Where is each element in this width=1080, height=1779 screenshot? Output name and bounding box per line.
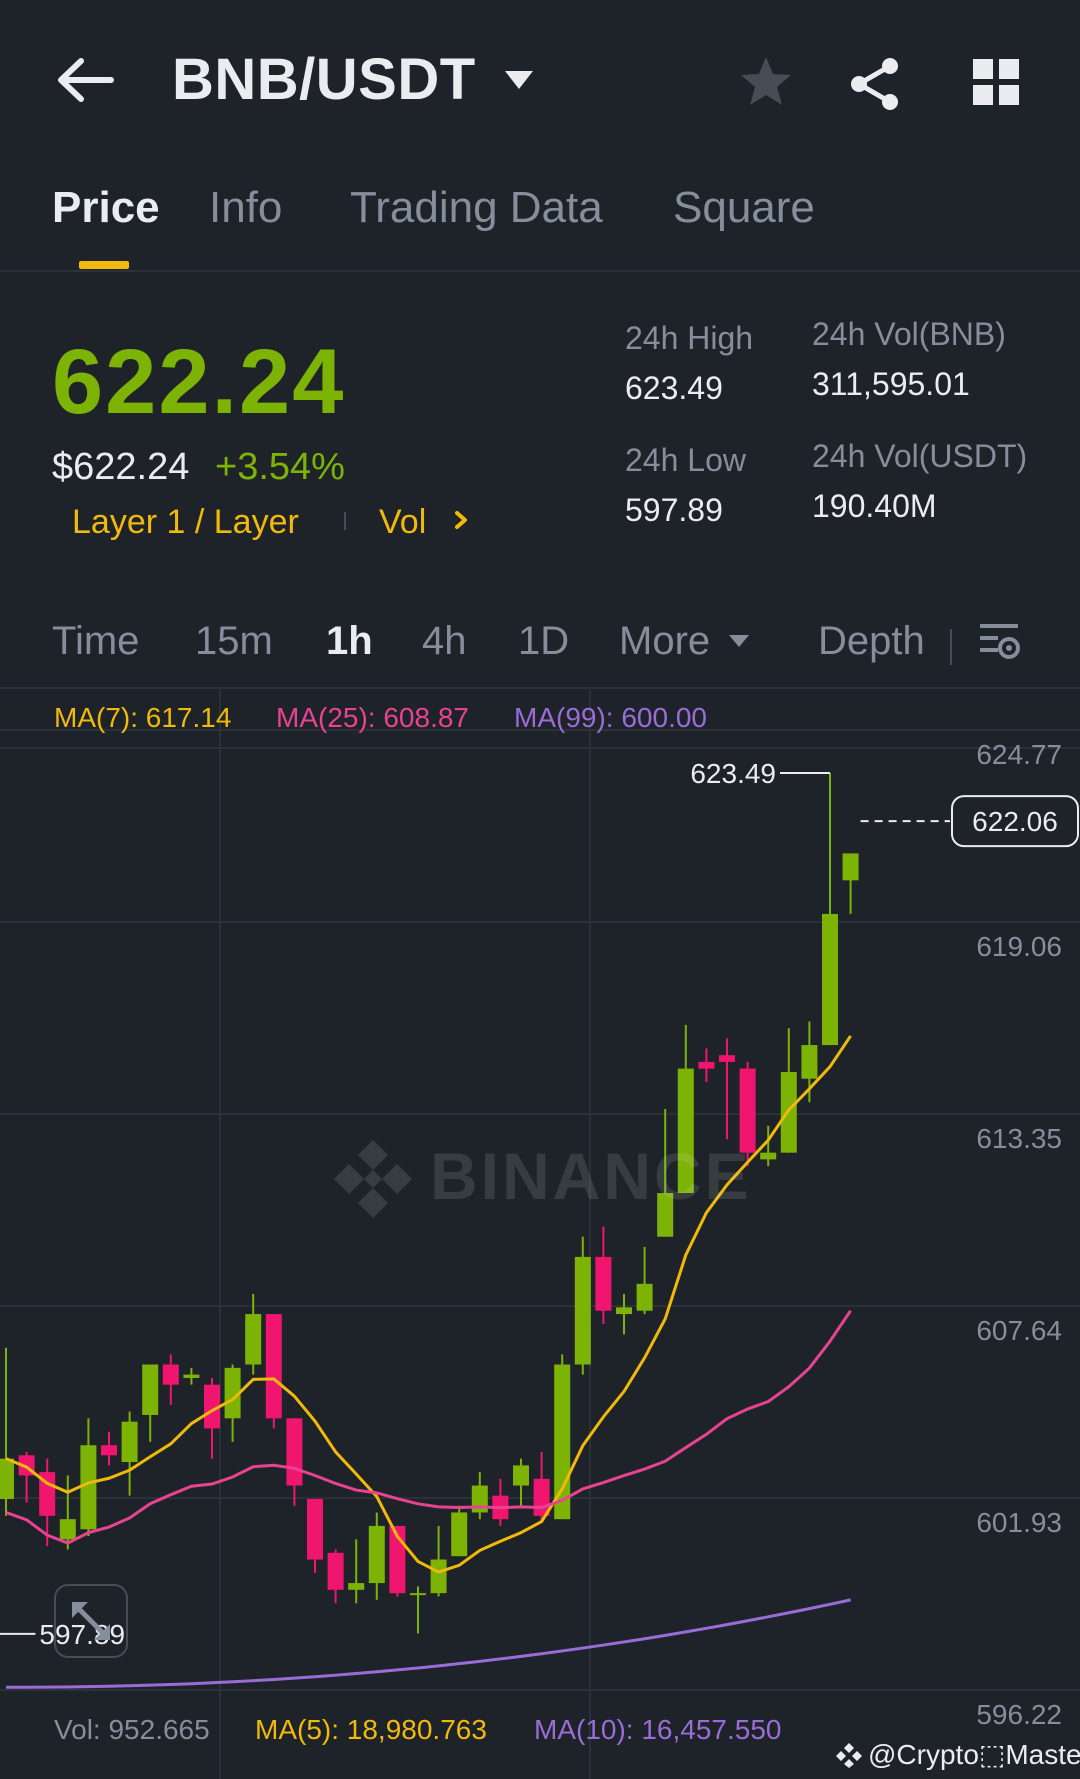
y-tick-label: 613.35 [976,1123,1062,1154]
chevron-right-icon[interactable] [451,508,471,532]
ma-lines [5,1035,852,1689]
vol-ma5-label: MA(5): 18,980.763 [255,1714,487,1745]
candle-body [121,1421,138,1463]
candle-body [410,1593,426,1596]
ma-indicator-row: MA(7): 617.14 MA(25): 608.87 MA(99): 600… [0,694,1080,738]
candle-body [101,1445,117,1456]
ma7-label: MA(7): 617.14 [54,702,232,733]
fullscreen-button[interactable] [54,1584,128,1658]
candle-body [183,1374,200,1378]
candle-body [801,1045,818,1079]
interval-time[interactable]: Time [52,619,139,664]
interval-15m[interactable]: 15m [195,619,273,664]
low-label: 24h Low [625,442,746,478]
candle-body [286,1418,303,1486]
ma25-label: MA(25): 608.87 [276,702,469,733]
binance-logo-icon [334,1140,412,1218]
candle-body [162,1364,179,1385]
candle-body [842,853,859,881]
current-price-label: 622.06 [972,806,1058,837]
share-icon[interactable] [847,56,903,112]
high-value: 623.49 [625,370,723,406]
interval-more[interactable]: More [619,619,710,664]
candle-body [142,1364,159,1415]
active-tab-indicator [79,261,129,269]
candle-body [513,1465,529,1486]
chart-settings-icon[interactable] [977,620,1021,664]
price-change-percent: +3.54% [215,446,345,488]
vol-ma10-label: MA(10): 16,457.550 [534,1714,782,1745]
grid-icon[interactable] [972,58,1020,106]
tab-trading-data[interactable]: Trading Data [350,183,603,233]
binance-square-logo-icon [836,1743,862,1768]
depth-tab[interactable]: Depth [818,619,925,664]
candle-body [327,1552,344,1590]
author-watermark: @Crypto⬚Master [868,1739,1080,1770]
y-tick-label: 619.06 [976,931,1062,962]
tab-info[interactable]: Info [209,183,282,233]
ma99-line [5,1598,851,1689]
tab-price[interactable]: Price [52,183,160,233]
chart-grid [0,690,1080,1779]
vol-tag[interactable]: Vol [379,503,426,542]
candle-body [451,1512,468,1557]
y-tick-label: 624.77 [976,739,1062,770]
candle-body [265,1314,282,1419]
section-tabs: Price Info Trading Data Square [0,165,1080,272]
binance-watermark: BINANCE [330,1136,752,1218]
vol-label: Vol: 952.665 [54,1714,210,1745]
ma7-line [5,1035,852,1574]
pair-title[interactable]: BNB/USDT [172,46,476,113]
candle-body [80,1445,97,1530]
high-marker-label: 623.49 [690,758,776,789]
candle-body [59,1519,76,1540]
candle-body [0,1458,14,1500]
candle-body [245,1314,262,1365]
candle-body [595,1256,612,1311]
candle-body [760,1152,777,1160]
caret-down-icon[interactable] [728,633,750,649]
watermark-text: BINANCE [430,1139,752,1213]
caret-down-icon[interactable] [503,68,535,92]
y-tick-label: 607.64 [976,1315,1062,1346]
last-price: 622.24 [52,331,346,433]
interval-4h[interactable]: 4h [422,619,467,664]
ma99-label: MA(99): 600.00 [514,702,707,733]
back-arrow-icon[interactable] [55,55,115,105]
candle-body [822,913,838,1046]
candle-body [430,1559,447,1594]
candle-body [719,1055,735,1062]
interval-bar: Time 15m 1h 4h 1D More Depth [0,605,1080,689]
high-label: 24h High [625,320,754,356]
tag-divider [344,512,346,530]
candle-body [616,1307,632,1315]
star-icon[interactable] [738,54,794,110]
vol-base-label: 24h Vol(BNB) [812,316,1006,352]
y-axis: 624.77619.06613.35607.64601.93596.22 [976,739,1062,1730]
vol-base-value: 311,595.01 [812,366,970,402]
candle-body [368,1525,385,1584]
y-tick-label: 601.93 [976,1507,1062,1538]
interval-divider [950,629,952,665]
vol-quote-label: 24h Vol(USDT) [812,438,1028,474]
category-tag[interactable]: Layer 1 / Layer [72,503,299,542]
vol-quote-value: 190.40M [812,488,937,524]
top-bar: BNB/USDT [0,0,1080,165]
candle-body [348,1583,365,1590]
tab-square[interactable]: Square [673,183,815,233]
interval-1h[interactable]: 1h [326,619,373,664]
candlestick-chart[interactable]: 624.77619.06613.35607.64601.93596.22 623… [0,690,1080,1779]
candle-body [698,1061,715,1069]
usd-price: $622.24 [52,446,190,488]
expand-icon [72,1602,110,1640]
interval-1d[interactable]: 1D [518,619,569,664]
candle-body [307,1499,323,1560]
candle-body [574,1256,591,1365]
candle-body [636,1283,653,1311]
low-value: 597.89 [625,492,723,528]
